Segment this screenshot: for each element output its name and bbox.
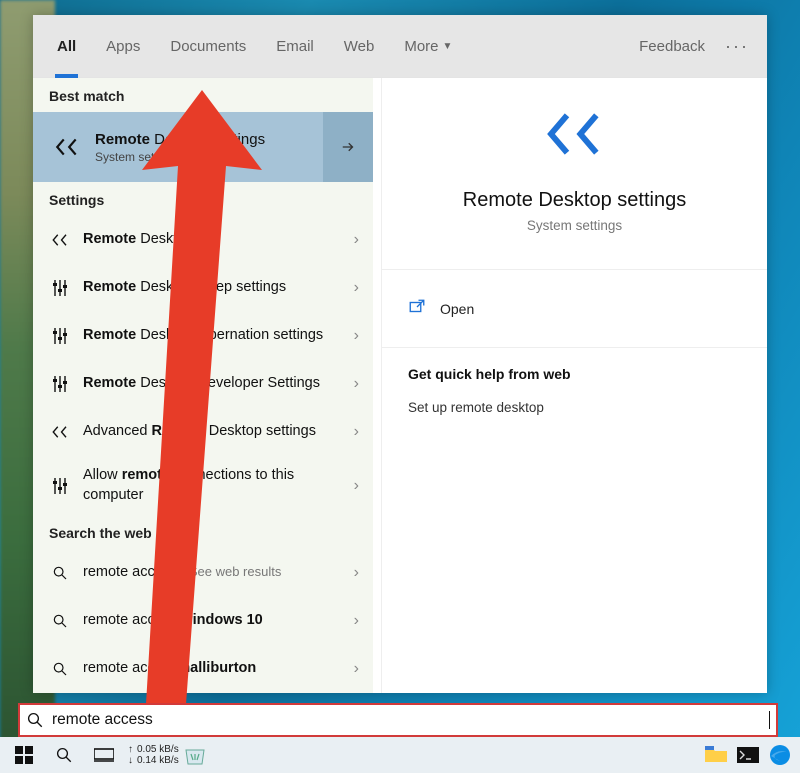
best-match-expand-button[interactable]: [323, 112, 373, 182]
sliders-icon: [47, 477, 73, 495]
tab-web[interactable]: Web: [332, 15, 387, 78]
result-list: Best match Remote Desktop settings Syste…: [33, 78, 373, 693]
feedback-link[interactable]: Feedback: [631, 38, 713, 55]
section-best-match: Best match: [33, 78, 373, 112]
search-panel: All Apps Documents Email Web More ▼ Feedb…: [33, 15, 767, 693]
detail-subtitle: System settings: [392, 218, 757, 233]
chevron-right-icon: ›: [354, 327, 359, 345]
edge-browser-icon[interactable]: [764, 737, 796, 773]
result-label: remote access halliburton: [73, 659, 354, 679]
detail-title: Remote Desktop settings: [392, 189, 757, 212]
quick-help-link[interactable]: Set up remote desktop: [382, 392, 767, 423]
search-icon: [47, 565, 73, 581]
settings-result-item[interactable]: Allow remote connections to this compute…: [33, 456, 373, 515]
start-button[interactable]: [4, 737, 44, 773]
terminal-icon[interactable]: [732, 737, 764, 773]
sliders-icon: [47, 375, 73, 393]
section-search-web: Search the web: [33, 515, 373, 549]
settings-result-item[interactable]: Remote Desktop›: [33, 216, 373, 264]
remote-desktop-icon: [49, 134, 85, 160]
chevron-down-icon: ▼: [443, 15, 453, 78]
chevron-right-icon: ›: [354, 612, 359, 630]
file-explorer-icon[interactable]: [700, 737, 732, 773]
tab-email[interactable]: Email: [264, 15, 326, 78]
sliders-icon: [47, 327, 73, 345]
search-icon: [47, 661, 73, 677]
chevron-right-icon: ›: [354, 477, 359, 495]
tab-documents[interactable]: Documents: [158, 15, 258, 78]
result-label: Remote Desktop Developer Settings: [73, 374, 354, 394]
arrow-down-icon: ↓: [128, 755, 133, 766]
open-action[interactable]: Open: [382, 284, 767, 333]
remote-desktop-icon: [47, 423, 73, 441]
recycle-bin-icon[interactable]: [179, 737, 211, 773]
task-view-button[interactable]: [84, 737, 124, 773]
best-match-title: Remote Desktop settings: [95, 131, 357, 148]
chevron-right-icon: ›: [354, 660, 359, 678]
best-match-subtitle: System settings: [95, 150, 357, 164]
web-result-item[interactable]: remote access windows 10›: [33, 597, 373, 645]
chevron-right-icon: ›: [354, 564, 359, 582]
chevron-right-icon: ›: [354, 279, 359, 297]
sliders-icon: [47, 279, 73, 297]
tab-all[interactable]: All: [45, 15, 88, 78]
search-taskbar-button[interactable]: [44, 737, 84, 773]
result-label: Remote Desktop: [73, 230, 354, 250]
result-label: Remote Desktop hibernation settings: [73, 326, 354, 346]
open-label: Open: [440, 301, 474, 317]
settings-result-item[interactable]: Remote Desktop hibernation settings›: [33, 312, 373, 360]
search-icon: [26, 711, 44, 729]
chevron-right-icon: ›: [354, 231, 359, 249]
remote-desktop-icon: [543, 102, 607, 166]
tab-apps[interactable]: Apps: [94, 15, 152, 78]
search-tabs: All Apps Documents Email Web More ▼ Feedb…: [33, 15, 767, 78]
chevron-right-icon: ›: [354, 375, 359, 393]
chevron-right-icon: ›: [354, 423, 359, 441]
tab-more[interactable]: More ▼: [392, 15, 464, 78]
settings-result-item[interactable]: Remote Desktop sleep settings›: [33, 264, 373, 312]
search-input-container: [18, 703, 778, 737]
result-label: Advanced Remote Desktop settings: [73, 422, 354, 442]
section-settings: Settings: [33, 182, 373, 216]
settings-result-item[interactable]: Remote Desktop Developer Settings›: [33, 360, 373, 408]
remote-desktop-icon: [47, 231, 73, 249]
open-icon: [408, 298, 426, 319]
web-result-item[interactable]: remote access halliburton›: [33, 645, 373, 693]
quick-help-heading: Get quick help from web: [382, 362, 767, 392]
tab-more-label: More: [404, 38, 438, 55]
settings-result-item[interactable]: Advanced Remote Desktop settings›: [33, 408, 373, 456]
best-match-item[interactable]: Remote Desktop settings System settings: [33, 112, 373, 182]
taskbar: ↑0.05 kB/s ↓0.14 kB/s: [0, 737, 800, 773]
detail-pane: Remote Desktop settings System settings …: [381, 78, 767, 693]
search-input[interactable]: [52, 705, 767, 735]
result-label: Remote Desktop sleep settings: [73, 278, 354, 298]
arrow-up-icon: ↑: [128, 744, 133, 755]
web-result-item[interactable]: remote access - See web results›: [33, 549, 373, 597]
text-cursor: [769, 711, 770, 729]
result-label: remote access windows 10: [73, 611, 354, 631]
network-meter[interactable]: ↑0.05 kB/s ↓0.14 kB/s: [124, 744, 179, 766]
overflow-menu-icon[interactable]: ···: [719, 36, 755, 57]
search-icon: [47, 613, 73, 629]
result-label: remote access - See web results: [73, 563, 354, 583]
result-label: Allow remote connections to this compute…: [73, 466, 354, 505]
